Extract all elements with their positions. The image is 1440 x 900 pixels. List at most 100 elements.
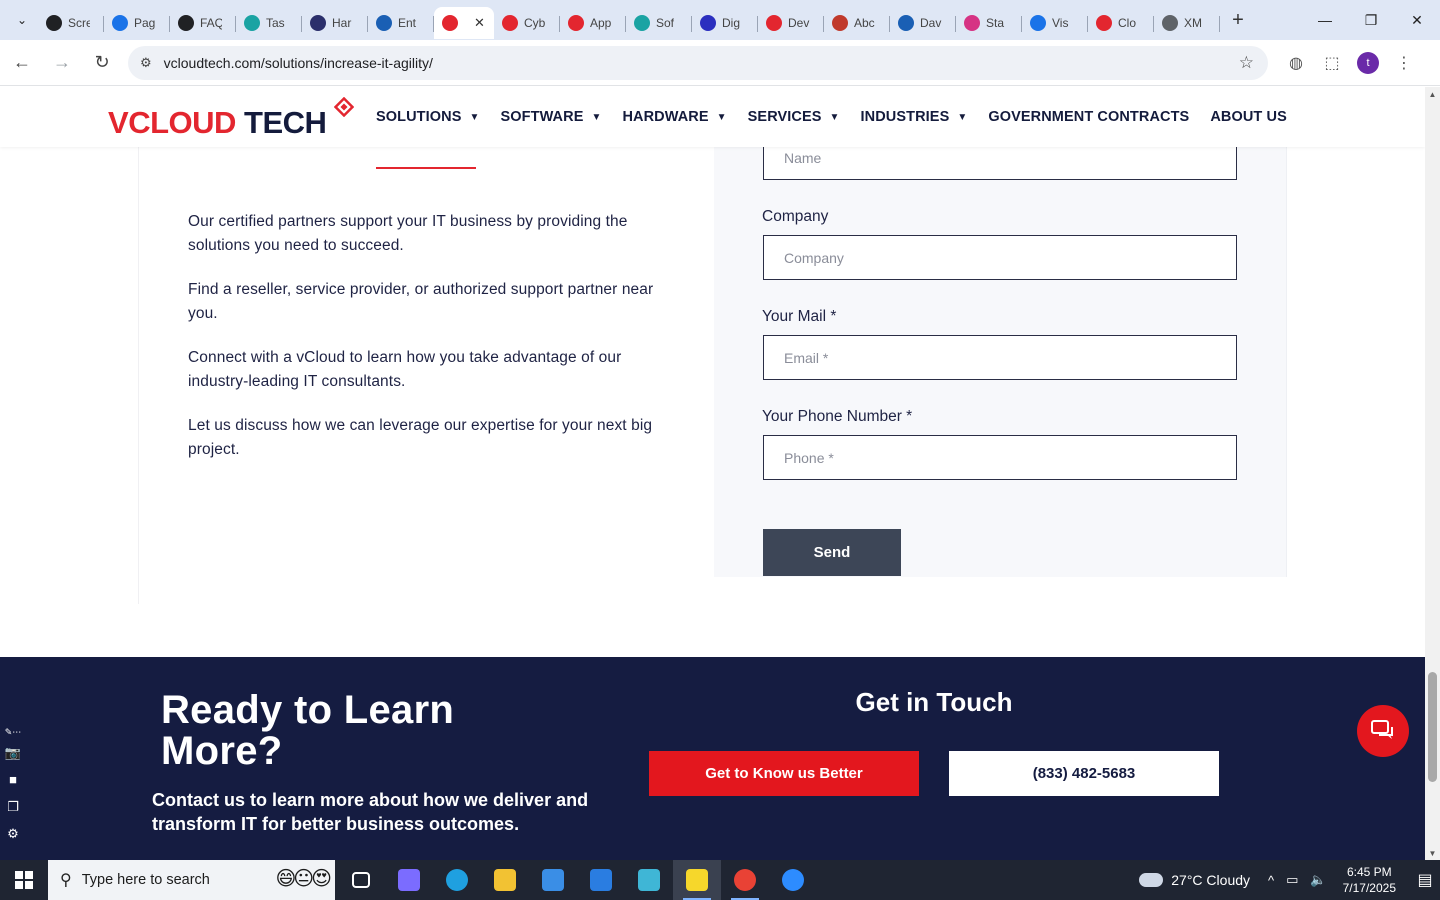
browser-tab[interactable]: Sof: [626, 7, 692, 39]
taskbar-app-store[interactable]: [529, 860, 577, 900]
weather-widget[interactable]: 27°C Cloudy: [1139, 872, 1250, 888]
browser-tab[interactable]: Dig: [692, 7, 758, 39]
browser-tab[interactable]: FAQ: [170, 7, 236, 39]
taskbar-app-task-view[interactable]: [337, 860, 385, 900]
site-info-icon[interactable]: ⚙: [140, 55, 152, 71]
browser-tab[interactable]: Ent: [368, 7, 434, 39]
page-scrollbar[interactable]: ▲ ▼: [1425, 87, 1440, 860]
tab-favicon-icon: [46, 15, 62, 31]
browser-tab[interactable]: Vis: [1022, 7, 1088, 39]
browser-tab[interactable]: App: [560, 7, 626, 39]
nav-item-solutions[interactable]: SOLUTIONS ▼: [376, 109, 480, 125]
taskbar-app-app-diamond[interactable]: [625, 860, 673, 900]
tab-favicon-icon: [1030, 15, 1046, 31]
bookmark-star-icon[interactable]: ☆: [1239, 53, 1254, 73]
clock-time: 6:45 PM: [1346, 865, 1392, 879]
taskbar-clock[interactable]: 6:45 PM 7/17/2025: [1343, 864, 1396, 896]
caret-down-icon: ▼: [829, 111, 840, 123]
tab-title: Cyb: [524, 16, 546, 30]
browser-tab[interactable]: ✕: [434, 7, 494, 39]
tab-favicon-icon: [832, 15, 848, 31]
store-icon: [542, 869, 564, 891]
browser-tab[interactable]: Har: [302, 7, 368, 39]
tray-icons: ^ ▭ 🔈: [1268, 872, 1327, 888]
scroll-up-icon[interactable]: ▲: [1425, 87, 1440, 101]
browser-tab[interactable]: Dev: [758, 7, 824, 39]
nav-item-software[interactable]: SOFTWARE ▼: [501, 109, 602, 125]
vcloud-tech-logo[interactable]: VCLOUD TECH: [108, 97, 358, 143]
tab-close-icon[interactable]: ✕: [474, 15, 485, 31]
browser-tab[interactable]: Pag: [104, 7, 170, 39]
edge-icon: [446, 869, 468, 891]
browser-tab[interactable]: Clo: [1088, 7, 1154, 39]
taskbar-app-copilot[interactable]: [385, 860, 433, 900]
nav-item-industries[interactable]: INDUSTRIES ▼: [861, 109, 968, 125]
url-text[interactable]: vcloudtech.com/solutions/increase-it-agi…: [164, 55, 1239, 71]
tab-favicon-icon: [964, 15, 980, 31]
translate-icon[interactable]: ◍: [1278, 45, 1314, 81]
settings-gear-icon[interactable]: ⚙: [0, 820, 26, 847]
taskbar-app-mail[interactable]: [577, 860, 625, 900]
close-window-button[interactable]: ✕: [1394, 0, 1440, 40]
company-input[interactable]: Company: [763, 235, 1237, 280]
tab-title: Scre: [68, 16, 90, 30]
profile-button[interactable]: t: [1350, 45, 1386, 81]
chat-widget-button[interactable]: [1357, 705, 1409, 757]
nav-item-hardware[interactable]: HARDWARE ▼: [622, 109, 726, 125]
phone-input[interactable]: Phone *: [763, 435, 1237, 480]
app-diamond-icon: [638, 869, 660, 891]
browser-tab[interactable]: Sta: [956, 7, 1022, 39]
nav-item-government-contracts[interactable]: GOVERNMENT CONTRACTS: [988, 109, 1189, 125]
taskbar-app-chrome[interactable]: [721, 860, 769, 900]
video-camera-icon[interactable]: ■: [0, 766, 26, 793]
address-bar[interactable]: ⚙ vcloudtech.com/solutions/increase-it-a…: [128, 45, 1268, 80]
tab-favicon-icon: [898, 15, 914, 31]
menu-dots-icon[interactable]: ⋮: [1386, 45, 1422, 81]
get-to-know-us-button[interactable]: Get to Know us Better: [649, 751, 919, 796]
task-view-icon: [352, 872, 370, 888]
reload-button[interactable]: ↻: [84, 45, 120, 81]
restore-button[interactable]: ❐: [1348, 0, 1394, 40]
nav-item-about-us[interactable]: ABOUT US: [1210, 109, 1287, 125]
taskbar-search-box[interactable]: ⚲ Type here to search 😄😐😍: [48, 860, 335, 900]
chevron-up-icon[interactable]: ^: [1268, 873, 1274, 888]
browser-tab[interactable]: XM: [1154, 7, 1220, 39]
camera-icon[interactable]: 📷: [0, 739, 26, 766]
browser-tab[interactable]: Tas: [236, 7, 302, 39]
new-tab-button[interactable]: +: [1224, 6, 1252, 34]
taskbar-app-sticky-notes[interactable]: [673, 860, 721, 900]
scrollbar-thumb[interactable]: [1428, 672, 1437, 782]
phone-number-button[interactable]: (833) 482-5683: [949, 751, 1219, 796]
tab-title: App: [590, 16, 612, 30]
arrow-right-icon: →: [53, 52, 71, 72]
browser-tab[interactable]: Dav: [890, 7, 956, 39]
taskbar-app-file-explorer[interactable]: [481, 860, 529, 900]
browser-tab[interactable]: Abc: [824, 7, 890, 39]
send-button[interactable]: Send: [763, 529, 901, 576]
reload-icon: ↻: [94, 52, 110, 72]
browser-tab[interactable]: Scre: [38, 7, 104, 39]
network-icon[interactable]: ▭: [1286, 872, 1298, 888]
caret-down-icon: ▼: [591, 111, 602, 123]
company-label: Company: [762, 208, 829, 225]
back-button[interactable]: ←: [4, 45, 40, 81]
copy-icon[interactable]: ❐: [0, 793, 26, 820]
taskbar-search-placeholder: Type here to search: [81, 872, 210, 888]
email-input[interactable]: Email *: [763, 335, 1237, 380]
scroll-down-icon[interactable]: ▼: [1425, 846, 1440, 860]
volume-icon[interactable]: 🔈: [1310, 872, 1326, 888]
minimize-button[interactable]: —: [1302, 0, 1348, 40]
cta-heading: Ready to Learn More?: [161, 688, 455, 773]
pencil-icon[interactable]: ✎⋯: [0, 725, 26, 739]
browser-tab[interactable]: Cyb: [494, 7, 560, 39]
tab-title: Sta: [986, 16, 1005, 30]
clock-date: 7/17/2025: [1342, 881, 1396, 895]
forward-button[interactable]: →: [44, 45, 80, 81]
extensions-icon[interactable]: ⬚: [1314, 45, 1350, 81]
start-button[interactable]: [0, 860, 48, 900]
taskbar-app-edge[interactable]: [433, 860, 481, 900]
taskbar-app-zoom[interactable]: [769, 860, 817, 900]
notification-center-icon[interactable]: ▤: [1410, 860, 1440, 900]
nav-item-services[interactable]: SERVICES ▼: [748, 109, 840, 125]
tab-search-button[interactable]: ⌄: [6, 6, 38, 34]
